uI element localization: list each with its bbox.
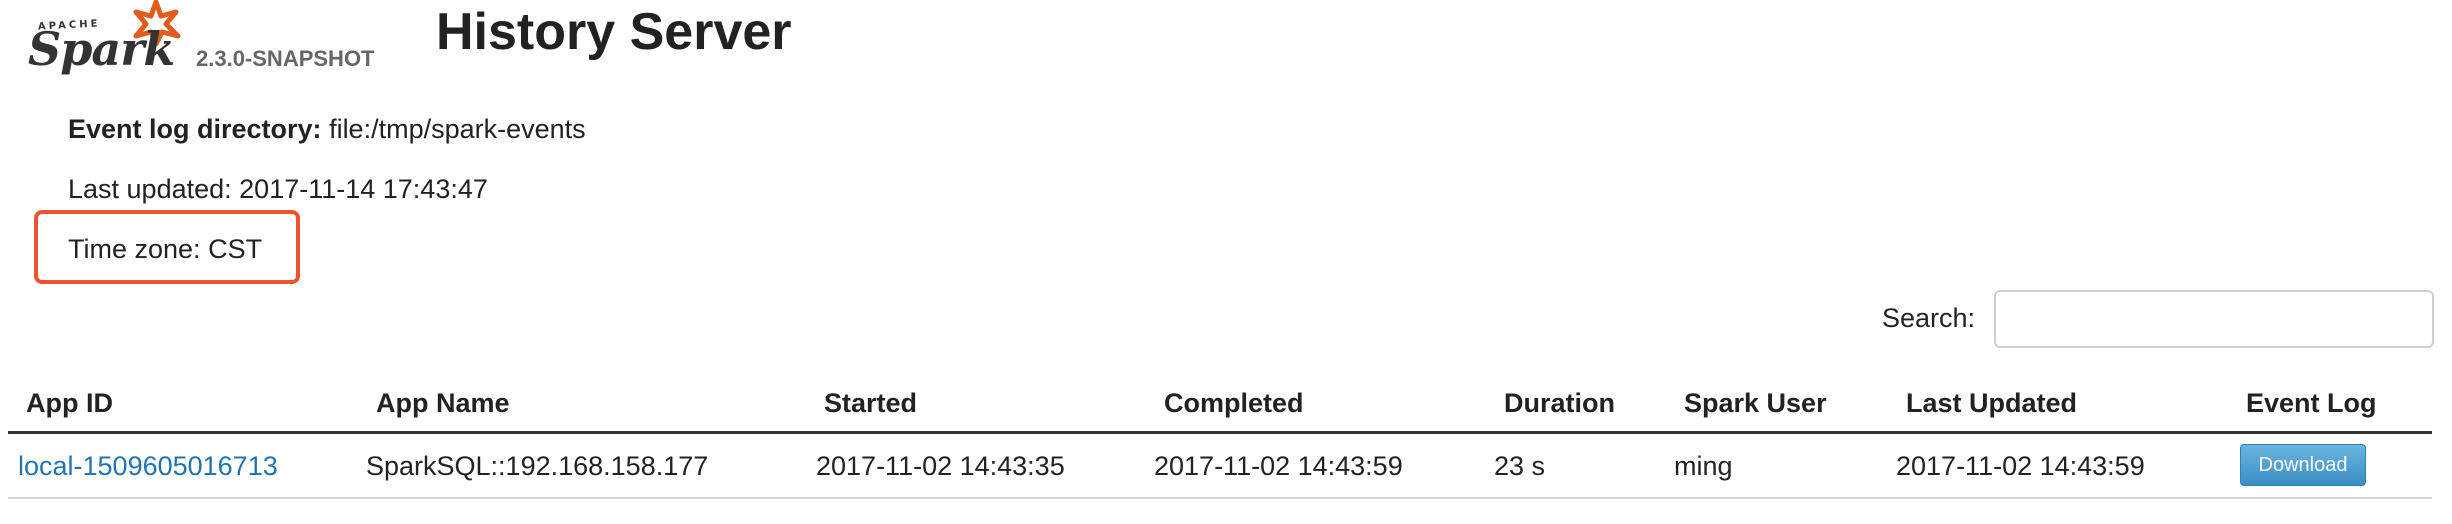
column-header-event-log[interactable]: Event Log [2246,388,2377,419]
event-log-directory: Event log directory: file:/tmp/spark-eve… [68,114,586,145]
spark-wordmark: Spark [28,22,175,76]
last-updated-value: 2017-11-14 17:43:47 [239,174,488,204]
event-log-value: file:/tmp/spark-events [329,114,586,144]
version-label: 2.3.0-SNAPSHOT [196,46,375,71]
column-header-app-name[interactable]: App Name [376,388,510,419]
page-title: History Server [436,3,792,61]
column-header-last-updated[interactable]: Last Updated [1906,388,2077,419]
column-header-completed[interactable]: Completed [1164,388,1304,419]
search-label: Search: [1882,303,1976,333]
last-updated-cell: 2017-11-02 14:43:59 [1896,451,2145,481]
app-id-link[interactable]: local-1509605016713 [18,451,278,481]
event-log-label: Event log directory: [68,114,322,144]
table-header-divider [8,431,2432,434]
app-name-cell: SparkSQL::192.168.158.177 [366,451,709,481]
duration-cell: 23 s [1494,451,1546,481]
started-cell: 2017-11-02 14:43:35 [816,451,1065,481]
column-header-app-id[interactable]: App ID [26,388,113,419]
completed-cell: 2017-11-02 14:43:59 [1154,451,1403,481]
download-button[interactable]: Download [2240,444,2366,486]
table-bottom-divider [8,497,2432,499]
column-header-started[interactable]: Started [824,388,917,419]
column-header-duration[interactable]: Duration [1504,388,1615,419]
last-updated-label: Last updated: [68,174,232,204]
spark-user-cell: ming [1674,451,1733,481]
app-id-cell[interactable]: local-1509605016713 [18,451,278,482]
spark-logo[interactable]: APACHE Spark [26,0,184,76]
time-zone-highlight-box [34,210,300,284]
history-server-page: APACHE Spark 2.3.0-SNAPSHOT History Serv… [0,0,2452,524]
last-updated: Last updated: 2017-11-14 17:43:47 [68,174,488,205]
search-input[interactable] [1994,290,2434,348]
column-header-spark-user[interactable]: Spark User [1684,388,1827,419]
